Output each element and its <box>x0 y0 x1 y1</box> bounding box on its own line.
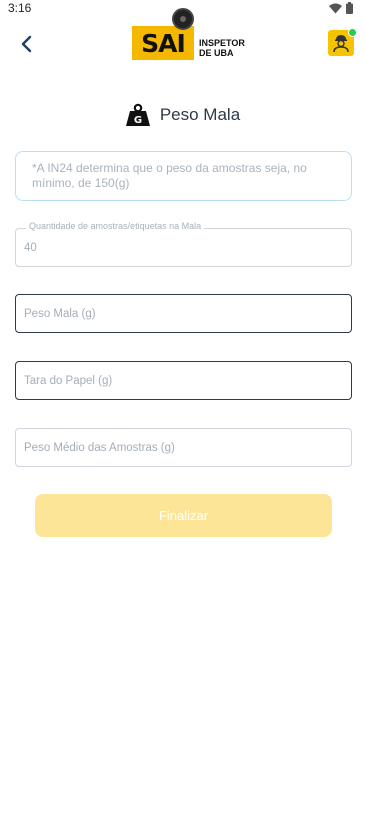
svg-text:G: G <box>134 115 142 126</box>
camera-lens-icon <box>172 8 194 30</box>
info-note: *A IN24 determina que o peso da amostras… <box>15 151 352 201</box>
peso-medio-input[interactable]: Peso Médio das Amostras (g) <box>15 428 352 467</box>
page-title-row: G Peso Mala <box>0 103 365 127</box>
battery-icon <box>346 2 353 14</box>
peso-mala-input[interactable]: Peso Mala (g) <box>15 294 352 333</box>
quantidade-amostras-field[interactable]: Quantidade de amostras/etiquetas na Mala… <box>15 221 352 267</box>
logo-badge: SAI <box>132 26 194 60</box>
peso-medio-placeholder: Peso Médio das Amostras (g) <box>24 441 175 454</box>
chevron-left-icon <box>21 35 32 53</box>
finalize-button-label: Finalizar <box>158 508 209 523</box>
logo-sub-line2: DE UBA <box>199 48 234 58</box>
weight-icon: G <box>125 103 150 126</box>
user-avatar[interactable] <box>328 28 357 56</box>
page-title: Peso Mala <box>159 105 241 124</box>
inspector-avatar-icon <box>333 35 349 53</box>
quantidade-amostras-label: Quantidade de amostras/etiquetas na Mala <box>26 221 205 231</box>
peso-mala-placeholder: Peso Mala (g) <box>24 307 96 320</box>
tara-papel-input[interactable]: Tara do Papel (g) <box>15 361 352 400</box>
logo-subtitle: INSPETOR DE UBA <box>199 38 245 58</box>
finalize-button[interactable]: Finalizar <box>35 494 332 537</box>
back-button[interactable] <box>14 32 38 56</box>
logo-text: SAI <box>141 28 186 58</box>
quantidade-amostras-value: 40 <box>24 241 37 254</box>
app-logo: SAI INSPETOR DE UBA <box>132 8 245 62</box>
online-status-dot <box>348 28 357 37</box>
logo-sub-line1: INSPETOR <box>199 38 245 48</box>
wifi-icon <box>329 3 342 13</box>
status-icons <box>329 2 353 14</box>
tara-papel-placeholder: Tara do Papel (g) <box>24 374 113 387</box>
status-time: 3:16 <box>8 1 32 15</box>
